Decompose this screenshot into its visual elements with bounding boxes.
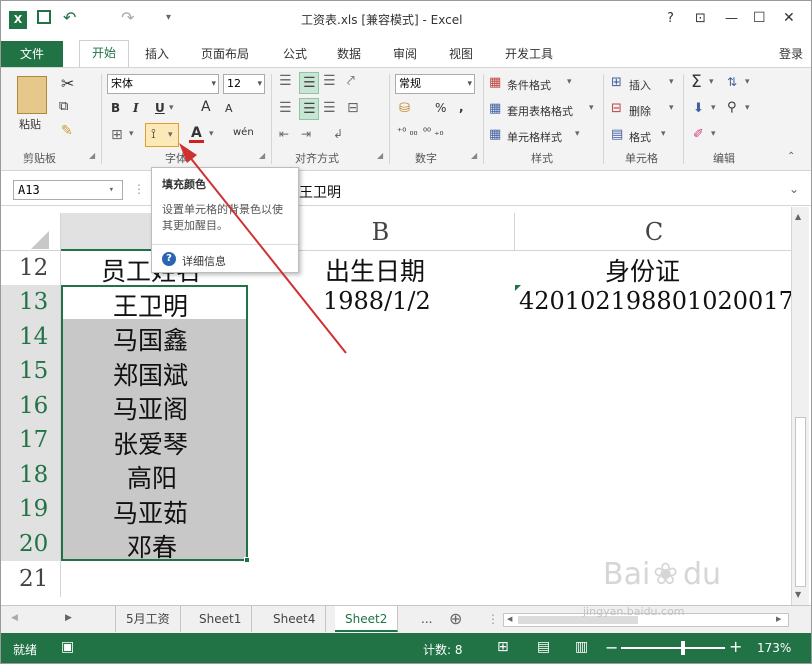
new-sheet-button[interactable]: ⊕: [449, 609, 462, 628]
watermark-paw-icon: ❀: [653, 557, 679, 592]
zoom-slider-thumb[interactable]: [681, 641, 685, 655]
zoom-slider-track[interactable]: [621, 647, 725, 649]
macro-record-icon[interactable]: ▣: [61, 640, 74, 654]
page-break-view-icon[interactable]: ▥: [575, 640, 588, 654]
tab-split-handle[interactable]: ⋮: [487, 612, 499, 626]
vertical-scrollbar[interactable]: ▲ ▼: [791, 207, 809, 605]
page-layout-view-icon[interactable]: ▤: [537, 640, 550, 654]
more-sheets-button[interactable]: ...: [421, 612, 432, 626]
scroll-right-icon[interactable]: ▶: [776, 616, 781, 623]
sheet-tab[interactable]: Sheet1: [189, 606, 253, 632]
scroll-left-icon[interactable]: ◀: [507, 616, 512, 623]
sheet-tab-active[interactable]: Sheet2: [335, 606, 399, 632]
watermark-brand: Bai: [603, 557, 651, 592]
scroll-down-icon[interactable]: ▼: [795, 591, 801, 599]
sheet-tab-bar: ◀ ▶ 5月工资 Sheet1 Sheet4 Sheet2 ... ⊕ ⋮ ◀ …: [1, 605, 811, 633]
watermark-brand-du: du: [683, 557, 722, 592]
scroll-tabs-left-icon[interactable]: ◀: [11, 614, 18, 623]
status-bar: 就绪 ▣ 计数: 8 ⊞ ▤ ▥ − + 173%: [1, 633, 811, 663]
status-mode: 就绪: [13, 643, 38, 657]
arrow-line: [184, 150, 347, 354]
zoom-level[interactable]: 173%: [757, 641, 791, 655]
watermark-logo: Bai ❀ du jingyan.baidu.com: [583, 547, 793, 618]
vertical-scroll-thumb[interactable]: [795, 417, 806, 587]
scroll-up-icon[interactable]: ▲: [795, 213, 801, 221]
sheet-tab[interactable]: Sheet4: [263, 606, 327, 632]
sheet-tab[interactable]: 5月工资: [115, 606, 181, 632]
scroll-tabs-right-icon[interactable]: ▶: [65, 614, 72, 623]
arrow-head-icon: [179, 143, 197, 163]
zoom-in-button[interactable]: +: [729, 637, 742, 656]
watermark-text: jingyan.baidu.com: [583, 605, 685, 618]
status-count: 计数: 8: [423, 643, 463, 657]
zoom-out-button[interactable]: −: [605, 638, 618, 657]
excel-window: X ↶ ↷ ▾ 工资表.xls [兼容模式] - Excel ? ⊡ — ☐ ✕…: [0, 0, 812, 664]
normal-view-icon[interactable]: ⊞: [497, 640, 509, 654]
